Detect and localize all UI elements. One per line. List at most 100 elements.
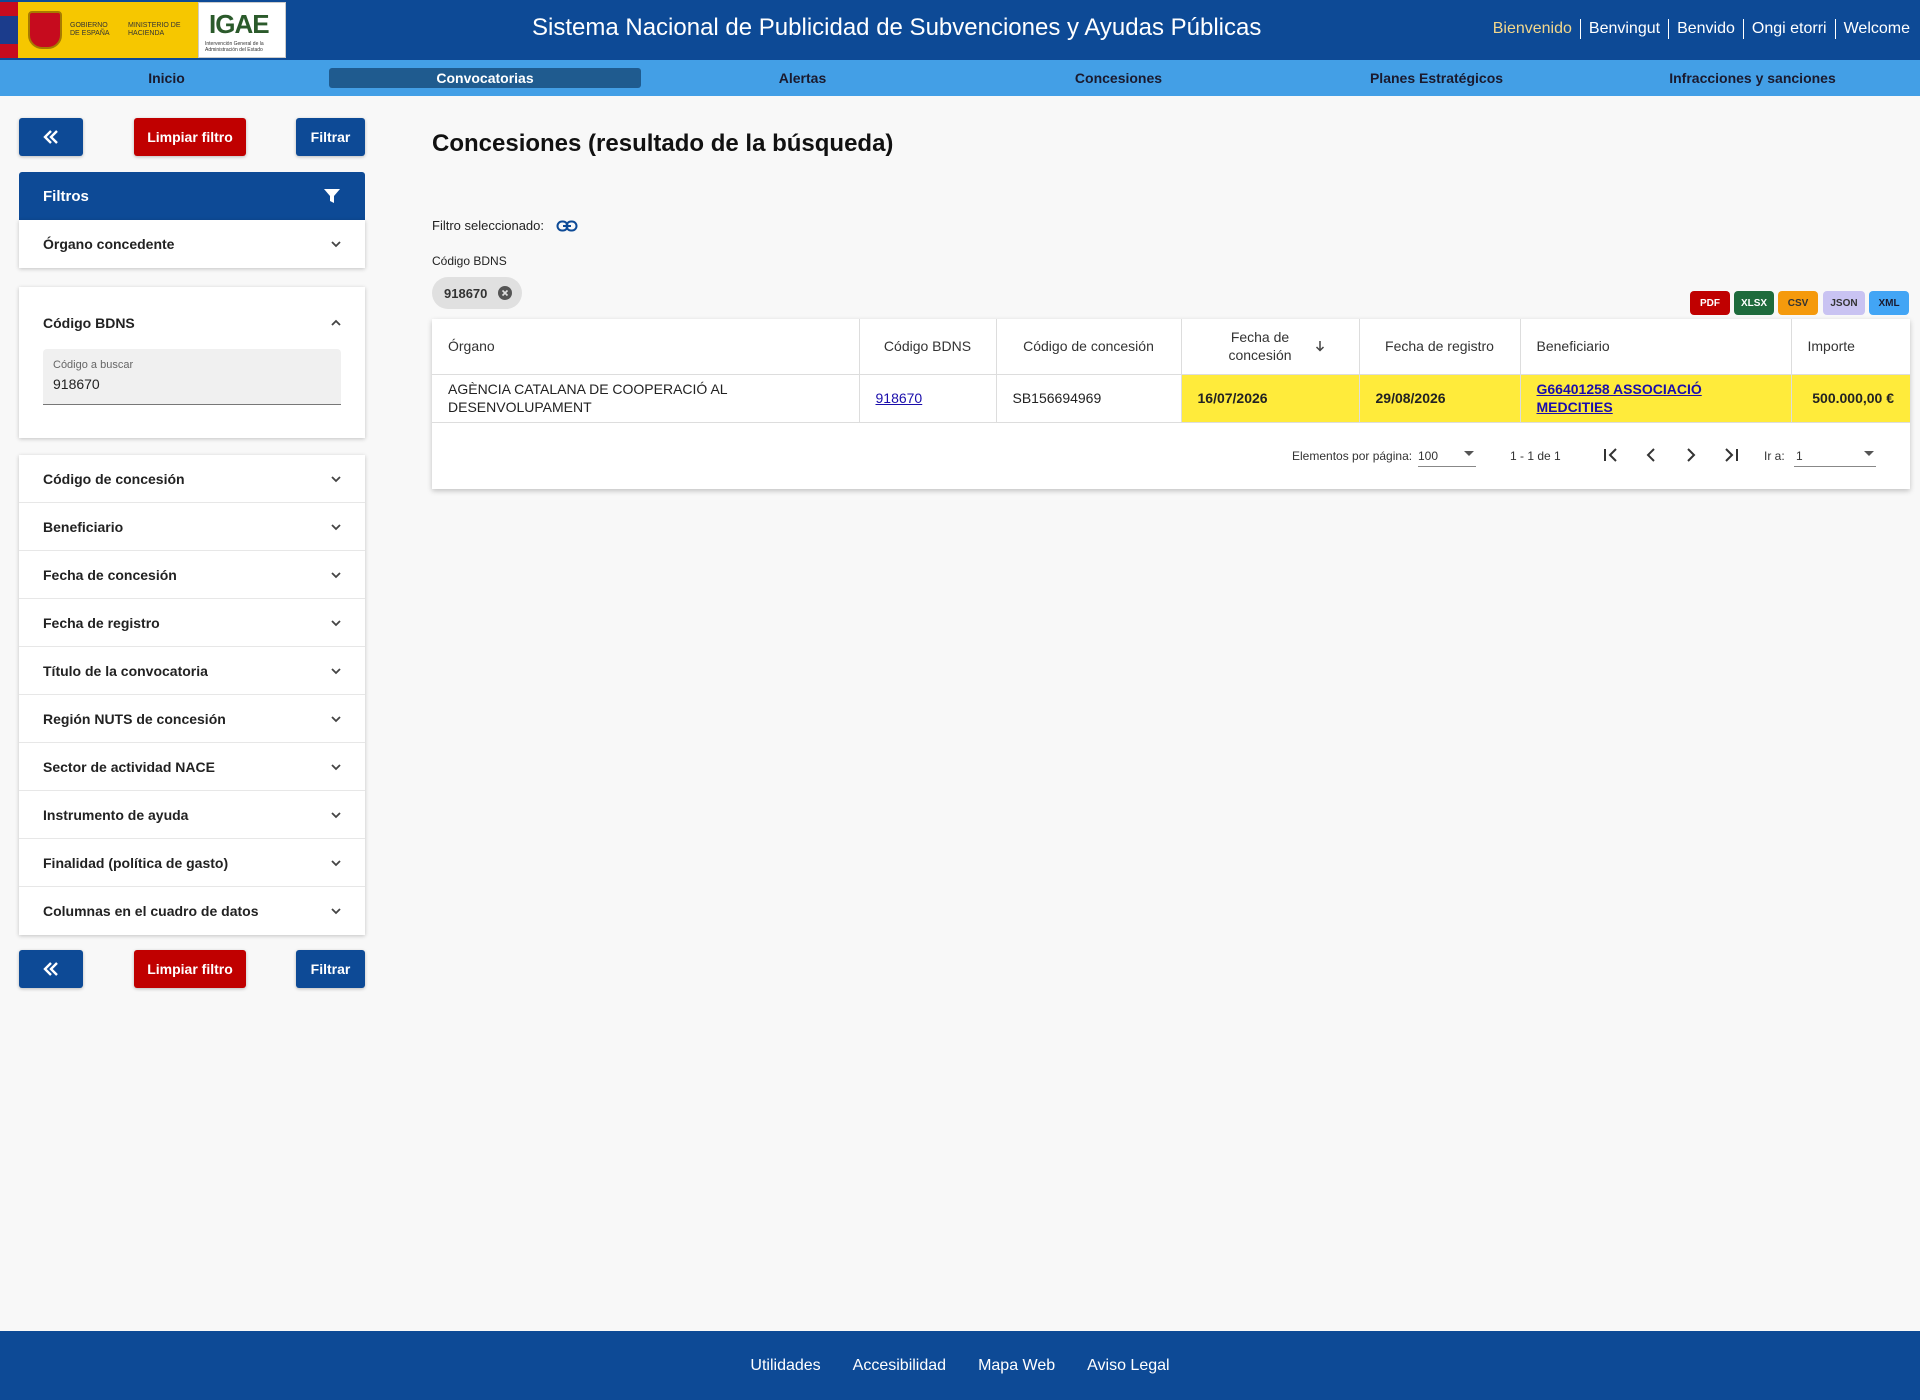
last-page-button[interactable]: [1715, 439, 1747, 471]
results-table: Órgano Código BDNS Código de concesión F…: [432, 319, 1910, 423]
gobierno-logo[interactable]: GOBIERNO DE ESPAÑA MINISTERIO DE HACIEND…: [0, 2, 198, 58]
filter-label: Beneficiario: [43, 518, 124, 535]
filter-label: Instrumento de ayuda: [43, 806, 189, 823]
chevron-down-icon: [331, 619, 341, 626]
filter-button[interactable]: Filtrar: [296, 118, 365, 156]
filter-finalidad[interactable]: Finalidad (política de gasto): [19, 839, 365, 887]
double-chevron-left-icon: [43, 130, 58, 144]
footer-link-utilidades[interactable]: Utilidades: [750, 1357, 820, 1375]
filter-sector-nace[interactable]: Sector de actividad NACE: [19, 743, 365, 791]
bdns-field-label: Código a buscar: [53, 359, 134, 371]
filter-codigo-bdns[interactable]: Código BDNS: [19, 287, 365, 343]
filter-label: Código de concesión: [43, 470, 185, 487]
table-row: AGÈNCIA CATALANA DE COOPERACIÓ AL DESENV…: [432, 374, 1910, 423]
filter-columnas[interactable]: Columnas en el cuadro de datos: [19, 887, 365, 935]
col-fecha-concesion[interactable]: Fecha de concesión: [1181, 319, 1360, 375]
col-importe[interactable]: Importe: [1791, 319, 1910, 375]
nav-alertas[interactable]: Alertas: [650, 68, 955, 88]
bdns-search-field[interactable]: Código a buscar 918670: [43, 349, 341, 405]
first-page-button[interactable]: [1595, 439, 1627, 471]
export-xlsx-button[interactable]: XLSX: [1734, 291, 1774, 315]
eu-flag-stripe: [0, 2, 18, 58]
lang-benvingut[interactable]: Benvingut: [1579, 19, 1668, 39]
filters-header: Filtros: [19, 172, 365, 220]
paginator: Elementos por página: 100 1 - 1 de 1 Ir …: [432, 437, 1910, 473]
filter-label: Finalidad (política de gasto): [43, 854, 229, 871]
bdns-field-value[interactable]: 918670: [53, 376, 100, 392]
lang-ongi-etorri[interactable]: Ongi etorri: [1742, 19, 1835, 39]
chevron-down-icon: [331, 571, 341, 578]
chevron-left-icon: [1646, 448, 1655, 462]
items-per-page-value: 100: [1418, 449, 1439, 463]
goto-label: Ir a:: [1764, 449, 1785, 463]
chevron-up-icon: [331, 319, 341, 326]
export-xml-button[interactable]: XML: [1869, 291, 1909, 315]
nav-infracciones[interactable]: Infracciones y sanciones: [1600, 68, 1905, 88]
export-pdf-button[interactable]: PDF: [1690, 291, 1730, 315]
clear-filter-button[interactable]: Limpiar filtro: [134, 118, 246, 156]
filter-organo-concedente[interactable]: Órgano concedente: [19, 220, 365, 268]
col-fecha-registro[interactable]: Fecha de registro: [1359, 319, 1521, 375]
filters-card: Código de concesión Beneficiario Fecha d…: [19, 455, 365, 935]
filter-fecha-concesion[interactable]: Fecha de concesión: [19, 551, 365, 599]
nav-concesiones[interactable]: Concesiones: [966, 68, 1271, 88]
col-organo[interactable]: Órgano: [432, 319, 860, 375]
funnel-icon: [324, 189, 340, 203]
beneficiario-link[interactable]: G66401258 ASSOCIACIÓ MEDCITIES: [1537, 381, 1702, 415]
nav-inicio[interactable]: Inicio: [14, 68, 319, 88]
table-header-row: Órgano Código BDNS Código de concesión F…: [432, 319, 1910, 375]
gobierno-text: GOBIERNO DE ESPAÑA: [70, 22, 110, 37]
export-csv-button[interactable]: CSV: [1778, 291, 1818, 315]
col-codigo-bdns[interactable]: Código BDNS: [859, 319, 997, 375]
filter-beneficiario[interactable]: Beneficiario: [19, 503, 365, 551]
goto-page-select[interactable]: 1: [1794, 441, 1876, 467]
collapse-sidebar-button-bottom[interactable]: [19, 950, 83, 988]
footer-link-aviso-legal[interactable]: Aviso Legal: [1087, 1357, 1169, 1375]
filters-title: Filtros: [43, 187, 89, 205]
filter-fecha-registro[interactable]: Fecha de registro: [19, 599, 365, 647]
filter-instrumento-ayuda[interactable]: Instrumento de ayuda: [19, 791, 365, 839]
clear-filter-button-bottom[interactable]: Limpiar filtro: [134, 950, 246, 988]
cell-codigo-bdns: 918670: [859, 374, 997, 423]
filter-region-nuts[interactable]: Región NUTS de concesión: [19, 695, 365, 743]
filter-label: Órgano concedente: [43, 236, 175, 252]
chevron-down-icon: [331, 715, 341, 722]
remove-chip-icon[interactable]: [498, 286, 512, 300]
lang-welcome[interactable]: Welcome: [1834, 19, 1918, 39]
filter-codigo-concesion[interactable]: Código de concesión: [19, 455, 365, 503]
collapse-sidebar-button[interactable]: [19, 118, 83, 156]
footer: Utilidades Accesibilidad Mapa Web Aviso …: [0, 1331, 1920, 1400]
nav-convocatorias[interactable]: Convocatorias: [329, 68, 641, 88]
filter-button-bottom[interactable]: Filtrar: [296, 950, 365, 988]
cell-beneficiario: G66401258 ASSOCIACIÓ MEDCITIES: [1520, 374, 1792, 423]
chevron-down-icon: [331, 908, 341, 915]
col-codigo-concesion[interactable]: Código de concesión: [996, 319, 1182, 375]
filter-titulo-convocatoria[interactable]: Título de la convocatoria: [19, 647, 365, 695]
igae-mark: IGAE: [209, 9, 270, 39]
footer-link-accesibilidad[interactable]: Accesibilidad: [853, 1357, 946, 1375]
link-icon[interactable]: [556, 220, 578, 232]
next-page-button[interactable]: [1675, 439, 1707, 471]
filter-label: Columnas en el cuadro de datos: [43, 903, 259, 919]
previous-page-button[interactable]: [1635, 439, 1667, 471]
first-page-icon: [1604, 448, 1617, 462]
double-chevron-left-icon: [43, 962, 58, 976]
cell-codigo-concesion: SB156694969: [996, 374, 1182, 423]
lang-benvido[interactable]: Benvido: [1668, 19, 1743, 39]
nav-planes-estrategicos[interactable]: Planes Estratégicos: [1284, 68, 1589, 88]
lang-bienvenido[interactable]: Bienvenido: [1485, 19, 1580, 39]
igae-logo[interactable]: IGAE Intervención General de la Administ…: [198, 2, 286, 58]
items-per-page-select[interactable]: 100: [1418, 441, 1476, 467]
bdns-link[interactable]: 918670: [876, 390, 923, 406]
selected-filter-label: Filtro seleccionado:: [432, 218, 544, 233]
export-json-button[interactable]: JSON: [1823, 291, 1865, 315]
footer-link-mapa-web[interactable]: Mapa Web: [978, 1357, 1055, 1375]
dropdown-arrow-icon: [1864, 451, 1874, 456]
chevron-down-icon: [331, 523, 341, 530]
chevron-down-icon: [331, 859, 341, 866]
cell-fecha-concesion: 16/07/2026: [1181, 374, 1360, 423]
col-beneficiario[interactable]: Beneficiario: [1520, 319, 1792, 375]
cell-organo: AGÈNCIA CATALANA DE COOPERACIÓ AL DESENV…: [432, 374, 860, 423]
goto-page-value: 1: [1796, 449, 1803, 463]
ministerio-text: MINISTERIO DE HACIENDA: [128, 22, 181, 37]
